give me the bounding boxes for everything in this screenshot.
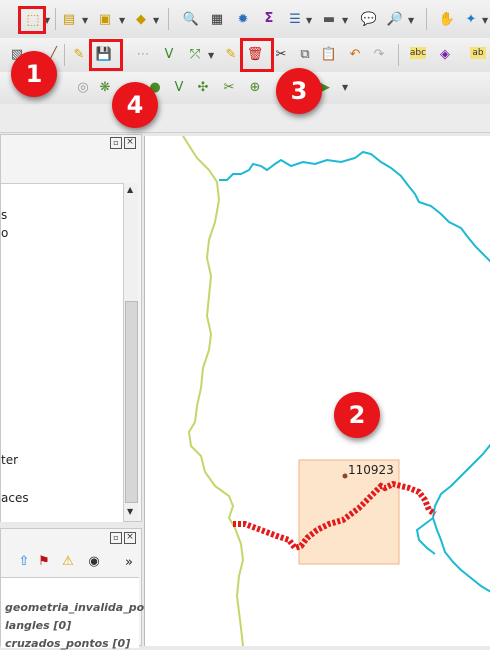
plugin-icon[interactable]: ✦ — [462, 11, 480, 29]
annotation-icon[interactable]: 💬 — [360, 11, 378, 29]
select-location-icon[interactable]: ◆ — [132, 11, 150, 29]
float-panel-icon[interactable]: ▫ — [110, 532, 122, 544]
label-abc-icon[interactable]: abc — [410, 47, 426, 59]
undo-icon[interactable]: ↶ — [346, 46, 364, 64]
map-canvas[interactable]: 110923 — [144, 136, 490, 646]
separator — [168, 8, 169, 30]
river-right — [431, 443, 490, 593]
arrow-up-icon[interactable]: ⇧ — [15, 553, 33, 571]
attribute-table-icon[interactable]: ☰ — [286, 11, 304, 29]
chevron-down-icon[interactable]: ▼ — [82, 17, 90, 25]
measure-icon[interactable]: ▬ — [320, 11, 338, 29]
toolbar-row-3: ◎ ❋ ● V ✣ ✂ ⊕ ▶ ▼ — [0, 72, 490, 105]
vertical-scrollbar[interactable]: ▲ ▼ — [123, 183, 138, 521]
highlight-select-feature — [18, 6, 46, 34]
pencil-icon[interactable]: ✎ — [70, 46, 88, 64]
separator — [64, 44, 65, 66]
chevron-down-icon[interactable]: ▼ — [408, 17, 416, 25]
chevron-down-icon[interactable]: ▼ — [153, 17, 161, 25]
step-badge-4: 4 — [112, 82, 158, 128]
close-panel-icon[interactable]: × — [124, 137, 136, 149]
float-panel-icon[interactable]: ▫ — [110, 137, 122, 149]
split-feature-icon[interactable]: ✣ — [194, 79, 212, 97]
topology-icon[interactable]: ◎ — [74, 79, 92, 97]
feature-label: 110923 — [348, 463, 394, 477]
copy-icon[interactable]: ⧉ — [296, 46, 314, 64]
river-top — [219, 150, 490, 263]
deselect-icon[interactable]: ▣ — [96, 11, 114, 29]
scrollbar-thumb[interactable] — [125, 301, 138, 503]
pan-icon[interactable]: ✋ — [438, 11, 456, 29]
step-badge-2: 2 — [334, 392, 380, 438]
flag-icon[interactable]: ⚑ — [35, 553, 53, 571]
vertex-tool-icon[interactable]: V — [160, 46, 178, 64]
map-tips-icon[interactable]: 🔎 — [386, 11, 404, 29]
chevron-down-icon[interactable]: ▼ — [306, 17, 314, 25]
split-parts-icon[interactable]: ✂ — [220, 79, 238, 97]
layer-item[interactable]: s — [1, 208, 7, 222]
add-feature-icon[interactable]: ⋯ — [134, 46, 152, 64]
layer-item[interactable]: aces — [1, 491, 29, 505]
merge-icon[interactable]: ⊕ — [246, 79, 264, 97]
map-svg: 110923 — [182, 136, 490, 646]
chevron-down-icon[interactable]: ▼ — [119, 17, 127, 25]
step-badge-1: 1 — [11, 51, 57, 97]
step-badge-3: 3 — [276, 68, 322, 114]
toolbar-row-1: ⬚ ▼ ▤ ▼ ▣ ▼ ◆ ▼ 🔍 ▦ ✹ Σ ☰ ▼ ▬ ▼ 💬 🔎 ▼ ✋ … — [0, 0, 490, 39]
highlight-save-edits — [89, 39, 123, 71]
eye-icon[interactable]: ◉ — [85, 553, 103, 571]
chevron-down-icon[interactable]: ▼ — [208, 52, 216, 60]
boundary-line — [182, 136, 245, 646]
scroll-down-icon[interactable]: ▼ — [127, 507, 133, 516]
redo-icon[interactable]: ↷ — [370, 46, 388, 64]
feature-point — [342, 473, 348, 479]
layers-panel: ▫ × s o ter aces ▲ ▼ — [0, 134, 142, 522]
close-panel-icon[interactable]: × — [124, 532, 136, 544]
label-style-icon[interactable]: ◈ — [436, 46, 454, 64]
cut-icon[interactable]: ✂ — [272, 46, 290, 64]
tab-strip — [0, 104, 490, 133]
list-item[interactable]: cruzados_pontos [0] — [5, 637, 130, 650]
list-item[interactable]: langles [0] — [5, 619, 71, 632]
layer-item[interactable]: ter — [1, 453, 18, 467]
separator — [55, 8, 56, 30]
separator — [426, 8, 427, 30]
bottom-panel: ▫ × ⇧ ⚑ ⚠ ◉ » geometria_invalida_po lang… — [0, 528, 144, 650]
warning-icon[interactable]: ⚠ — [59, 553, 77, 571]
paste-icon[interactable]: 📋 — [320, 46, 338, 64]
move-feature-icon[interactable]: ⤱ — [186, 46, 204, 64]
layer-item[interactable]: o — [1, 226, 8, 240]
overflow-menu-icon[interactable]: » — [125, 555, 133, 570]
separator — [398, 44, 399, 66]
vertex-add-icon[interactable]: V — [170, 79, 188, 97]
modify-attributes-icon[interactable]: ✎ — [222, 46, 240, 64]
identify-icon[interactable]: 🔍 — [182, 11, 200, 29]
settings-icon[interactable]: ✹ — [234, 11, 252, 29]
check-geometry-icon[interactable]: ❋ — [96, 79, 114, 97]
list-item[interactable]: geometria_invalida_po — [5, 601, 144, 614]
label-pin-icon[interactable]: ab — [470, 47, 486, 59]
chevron-down-icon[interactable]: ▼ — [342, 17, 350, 25]
chevron-down-icon[interactable]: ▼ — [482, 17, 490, 25]
highlight-delete-selected — [240, 38, 274, 72]
select-by-value-icon[interactable]: ▤ — [60, 11, 78, 29]
layer-tree — [1, 183, 123, 522]
statistics-sum-icon[interactable]: Σ — [260, 10, 278, 28]
open-table-icon[interactable]: ▦ — [208, 11, 226, 29]
chevron-down-icon[interactable]: ▼ — [342, 84, 350, 92]
scroll-up-icon[interactable]: ▲ — [127, 185, 133, 194]
river-junction — [415, 517, 436, 555]
